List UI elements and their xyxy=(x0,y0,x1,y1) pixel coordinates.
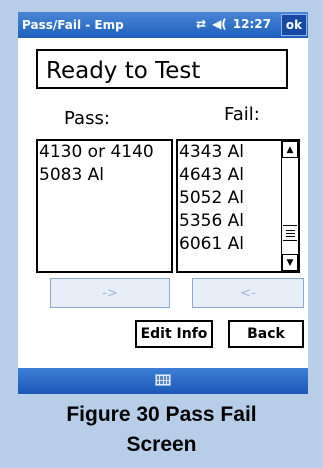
list-item[interactable]: 4343 Al xyxy=(178,141,298,164)
caption-line-2: Screen xyxy=(126,433,197,456)
list-item[interactable]: 4643 Al xyxy=(178,164,298,187)
back-button[interactable]: Back xyxy=(228,320,304,348)
edit-info-button[interactable]: Edit Info xyxy=(135,320,213,348)
move-to-pass-button[interactable]: -> xyxy=(50,278,170,308)
list-item[interactable]: 6061 Al xyxy=(178,233,298,256)
scroll-up-arrow-icon[interactable]: ▲ xyxy=(282,141,298,158)
fail-list-scrollbar[interactable]: ▲ ▼ xyxy=(281,141,298,271)
list-item[interactable]: 5052 Al xyxy=(178,187,298,210)
status-area: ⇄ ◀( 12:27 xyxy=(196,17,271,31)
figure-caption: Figure 30 Pass Fail Screen xyxy=(0,400,323,460)
keyboard-icon[interactable] xyxy=(155,374,171,386)
speaker-icon[interactable]: ◀( xyxy=(212,17,227,31)
list-item[interactable]: 5083 Al xyxy=(38,164,171,187)
list-item[interactable]: 4130 or 4140 xyxy=(38,141,171,164)
pass-label: Pass: xyxy=(64,108,110,129)
main-panel: Ready to Test Pass: Fail: 4130 or 4140 5… xyxy=(18,38,308,368)
clock-time[interactable]: 12:27 xyxy=(233,17,271,31)
menu-bar xyxy=(18,368,308,394)
pass-list[interactable]: 4130 or 4140 5083 Al xyxy=(36,139,173,273)
scroll-down-arrow-icon[interactable]: ▼ xyxy=(282,254,298,271)
fail-list[interactable]: 4343 Al 4643 Al 5052 Al 5356 Al 6061 Al … xyxy=(176,139,300,273)
ok-button[interactable]: ok xyxy=(281,14,307,36)
title-bar: Pass/Fail - Emp ⇄ ◀( 12:27 ok xyxy=(18,12,308,38)
window-title: Pass/Fail - Emp xyxy=(22,18,124,32)
connectivity-icon[interactable]: ⇄ xyxy=(196,17,206,31)
caption-line-1: Figure 30 Pass Fail xyxy=(66,403,257,426)
scroll-thumb[interactable] xyxy=(283,225,297,241)
list-item[interactable]: 5356 Al xyxy=(178,210,298,233)
fail-label: Fail: xyxy=(224,104,260,125)
move-to-fail-button[interactable]: <- xyxy=(192,278,304,308)
status-display: Ready to Test xyxy=(36,49,288,89)
